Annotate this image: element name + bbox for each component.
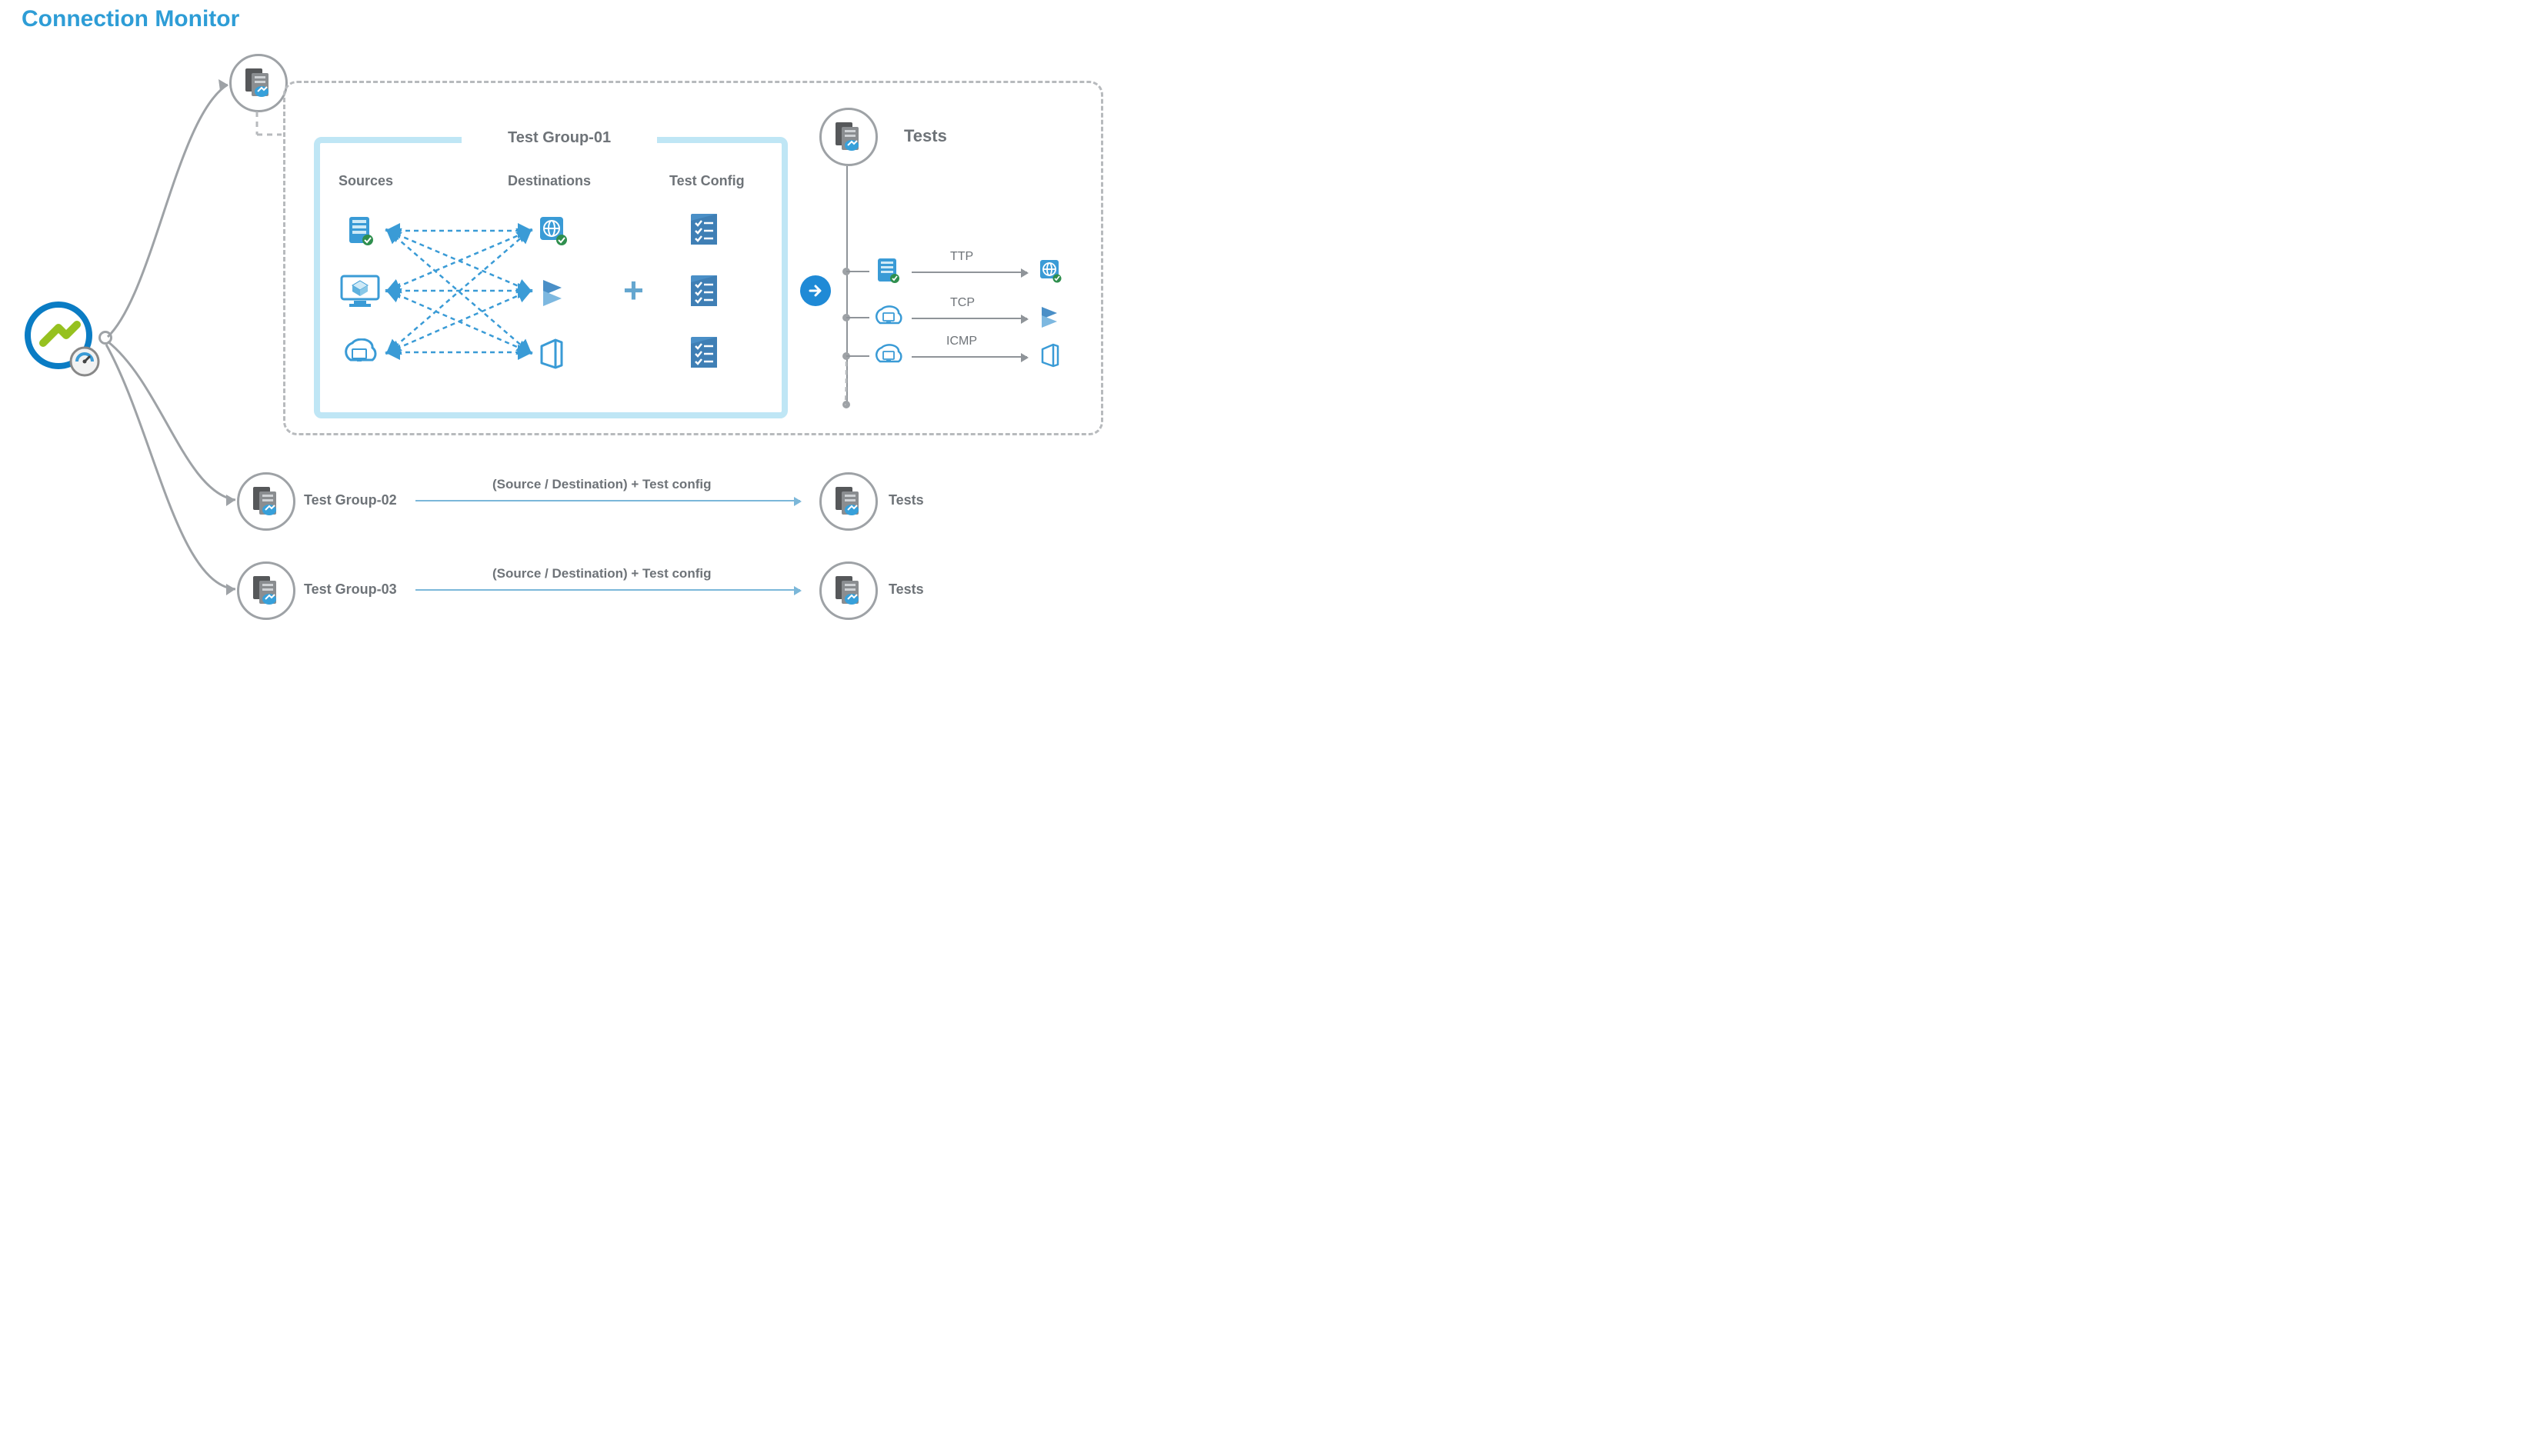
connection-monitor-icon bbox=[23, 300, 100, 381]
source-server-icon bbox=[346, 215, 374, 250]
tests-label-tg1: Tests bbox=[904, 126, 947, 146]
dest-dynamics-icon bbox=[539, 277, 568, 312]
tests-label-tg3: Tests bbox=[889, 581, 924, 598]
tests-tree-join-1 bbox=[842, 268, 850, 275]
test-row3-arrow bbox=[912, 356, 1027, 358]
test-row2-arrow bbox=[912, 318, 1027, 319]
test-row3-source-icon bbox=[871, 343, 905, 371]
plus-icon: + bbox=[623, 269, 644, 311]
test-row2-dest-icon bbox=[1039, 305, 1062, 333]
test-row3-dest-icon bbox=[1040, 343, 1060, 371]
protocol-ttp: TTP bbox=[950, 250, 973, 264]
tg3-arrow bbox=[415, 589, 800, 591]
test-row1-dest-icon bbox=[1039, 258, 1062, 287]
tg2-arrow-text: (Source / Destination) + Test config bbox=[492, 477, 711, 492]
destinations-label: Destinations bbox=[508, 173, 591, 189]
tests-node-tg1 bbox=[819, 108, 878, 166]
test-config-icon-1 bbox=[689, 212, 719, 251]
hub-anchor-dot bbox=[98, 331, 112, 345]
page-title: Connection Monitor bbox=[22, 6, 239, 32]
protocol-tcp: TCP bbox=[950, 296, 975, 310]
source-onprem-icon bbox=[339, 338, 382, 373]
test-row2-source-icon bbox=[871, 305, 905, 333]
test-config-label: Test Config bbox=[669, 173, 745, 189]
tests-tree-trunk bbox=[846, 166, 848, 406]
server-node-tg2 bbox=[237, 472, 295, 531]
test-group-02-label: Test Group-02 bbox=[304, 492, 397, 508]
tg3-arrow-text: (Source / Destination) + Test config bbox=[492, 566, 711, 581]
tests-node-tg2 bbox=[819, 472, 878, 531]
dest-office-icon bbox=[539, 338, 565, 373]
server-node-tg1 bbox=[229, 54, 288, 112]
source-vm-icon bbox=[339, 273, 382, 312]
tests-label-tg2: Tests bbox=[889, 492, 924, 508]
tests-tree-end bbox=[842, 401, 850, 408]
dest-globe-icon bbox=[539, 215, 568, 250]
test-group-01-title: Test Group-01 bbox=[462, 129, 657, 147]
diagram-canvas: Connection Monitor Test Group- bbox=[0, 0, 1123, 646]
flow-arrow-icon bbox=[800, 275, 831, 306]
tg2-arrow bbox=[415, 500, 800, 501]
test-row1-arrow bbox=[912, 272, 1027, 273]
test-config-icon-2 bbox=[689, 273, 719, 312]
server-node-tg3 bbox=[237, 561, 295, 620]
test-row1-source-icon bbox=[876, 257, 900, 288]
tests-node-tg3 bbox=[819, 561, 878, 620]
protocol-icmp: ICMP bbox=[946, 335, 977, 348]
tests-tree-join-2 bbox=[842, 314, 850, 322]
tests-tree-join-3 bbox=[842, 352, 850, 360]
test-config-icon-3 bbox=[689, 335, 719, 374]
test-group-03-label: Test Group-03 bbox=[304, 581, 397, 598]
sources-label: Sources bbox=[339, 173, 393, 189]
